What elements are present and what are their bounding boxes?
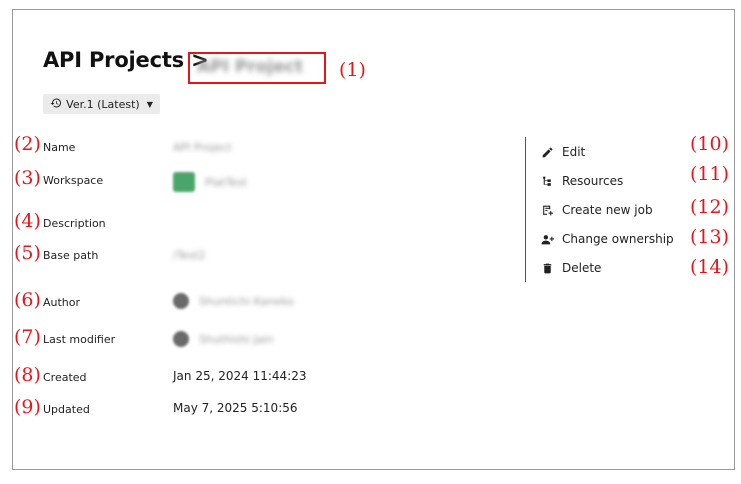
edit-action[interactable]: Edit bbox=[541, 145, 585, 159]
callout-12: (12) bbox=[690, 196, 730, 218]
callout-8: (8) bbox=[14, 364, 41, 386]
create-new-job-action[interactable]: Create new job bbox=[541, 203, 653, 217]
last-modifier-label: Last modifier bbox=[43, 333, 116, 346]
trash-icon bbox=[541, 262, 554, 275]
callout-11: (11) bbox=[690, 163, 730, 185]
updated-label: Updated bbox=[43, 403, 90, 416]
callout-5: (5) bbox=[14, 242, 41, 264]
callout-7: (7) bbox=[14, 326, 41, 348]
resources-action[interactable]: Resources bbox=[541, 174, 623, 188]
author-value: Shuntichi Kaneko bbox=[173, 293, 294, 309]
base-path-value: /Test2 bbox=[173, 249, 206, 262]
callout-1: (1) bbox=[339, 59, 366, 81]
breadcrumb-parent-link[interactable]: API Projects > bbox=[43, 48, 209, 72]
breadcrumb: API Projects > bbox=[43, 48, 209, 72]
change-ownership-label: Change ownership bbox=[562, 232, 674, 246]
author-avatar bbox=[173, 293, 189, 309]
change-ownership-action[interactable]: Change ownership bbox=[541, 232, 674, 246]
tree-icon bbox=[541, 175, 554, 188]
callout-3: (3) bbox=[14, 167, 41, 189]
callout-2: (2) bbox=[14, 133, 41, 155]
new-job-icon bbox=[541, 204, 554, 217]
workspace-avatar bbox=[173, 172, 195, 192]
name-label: Name bbox=[43, 141, 76, 154]
person-add-icon bbox=[541, 233, 554, 246]
created-label: Created bbox=[43, 371, 87, 384]
description-label: Description bbox=[43, 217, 106, 230]
caret-down-icon: ▼ bbox=[146, 99, 153, 109]
version-label: Ver.1 (Latest) bbox=[66, 97, 140, 111]
actions-divider bbox=[525, 137, 526, 282]
workspace-value[interactable]: PlatTest bbox=[173, 172, 247, 192]
callout-14: (14) bbox=[690, 256, 730, 278]
workspace-label: Workspace bbox=[43, 174, 104, 187]
resources-action-label: Resources bbox=[562, 174, 624, 188]
callout-13: (13) bbox=[690, 226, 730, 248]
history-icon bbox=[50, 97, 62, 112]
version-dropdown[interactable]: Ver.1 (Latest) ▼ bbox=[43, 94, 160, 114]
callout-6: (6) bbox=[14, 289, 41, 311]
delete-action-label: Delete bbox=[562, 261, 602, 275]
last-modifier-avatar bbox=[173, 331, 189, 347]
callout-10: (10) bbox=[690, 133, 730, 155]
highlight-box-project-name: API Project bbox=[188, 52, 326, 84]
create-new-job-label: Create new job bbox=[562, 203, 653, 217]
author-label: Author bbox=[43, 296, 81, 309]
delete-action[interactable]: Delete bbox=[541, 261, 601, 275]
pencil-icon bbox=[541, 146, 554, 159]
edit-action-label: Edit bbox=[562, 145, 586, 159]
updated-value: May 7, 2025 5:10:56 bbox=[173, 401, 298, 415]
base-path-label: Base path bbox=[43, 249, 99, 262]
callout-4: (4) bbox=[14, 210, 41, 232]
name-value: API Project bbox=[173, 141, 232, 154]
created-value: Jan 25, 2024 11:44:23 bbox=[173, 369, 307, 383]
last-modifier-value: Shuthishi Jain bbox=[173, 331, 273, 347]
page-title: API Project bbox=[197, 57, 303, 77]
callout-9: (9) bbox=[14, 396, 41, 418]
